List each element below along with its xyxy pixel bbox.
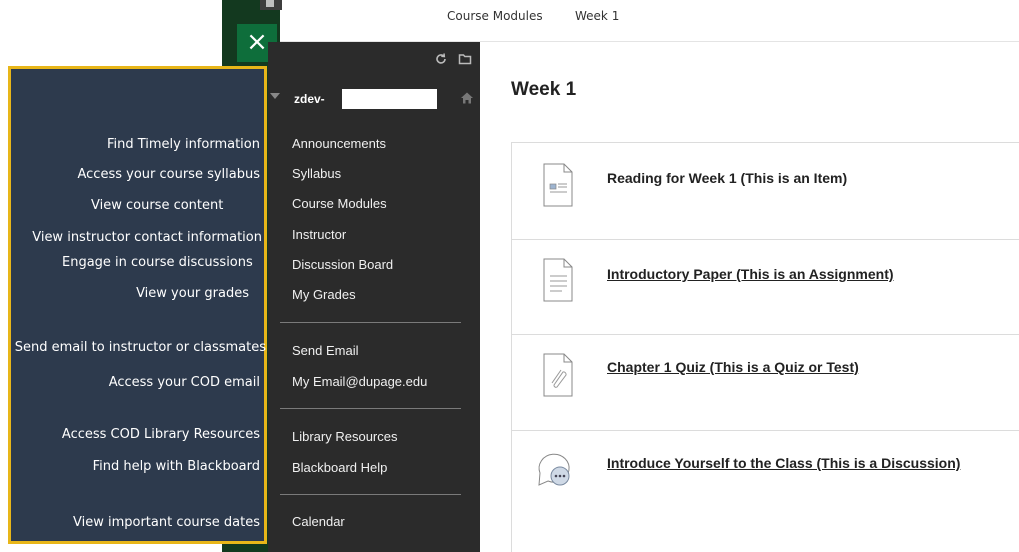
hint-course-discussions: Engage in course discussions [62,255,253,270]
menu-item-course-modules[interactable]: Course Modules [292,196,387,211]
hint-timely-information: Find Timely information [106,137,260,152]
folder-view-icon[interactable] [458,52,472,66]
menu-item-blackboard-help[interactable]: Blackboard Help [292,460,387,475]
hint-your-grades: View your grades [136,286,249,301]
content-item: Introductory Paper (This is an Assignmen… [511,239,1019,335]
content-item-link[interactable]: Chapter 1 Quiz (This is a Quiz or Test) [607,359,859,375]
content-item: Introduce Yourself to the Class (This is… [511,430,1019,552]
menu-item-discussion-board[interactable]: Discussion Board [292,257,393,272]
menu-item-calendar[interactable]: Calendar [292,514,345,529]
hint-cod-email: Access your COD email [108,375,260,390]
breadcrumb-week-1[interactable]: Week 1 [575,9,619,23]
hint-send-email: Send email to instructor or classmates [14,340,266,355]
content-item-link[interactable]: Introduce Yourself to the Class (This is… [607,455,960,471]
course-title[interactable]: zdev- [270,87,475,111]
course-name-redaction [342,89,437,109]
menu-item-my-grades[interactable]: My Grades [292,287,356,302]
menu-item-announcements[interactable]: Announcements [292,136,386,151]
quiz-icon [543,353,573,397]
strip-top-marker [266,0,274,7]
breadcrumb-course-modules[interactable]: Course Modules [447,9,543,23]
content-item-title[interactable]: Reading for Week 1 (This is an Item) [607,170,847,186]
page-title: Week 1 [511,79,577,100]
discussion-icon [538,453,570,486]
document-icon [543,163,573,207]
menu-item-my-email[interactable]: My Email@dupage.edu [292,374,427,389]
hint-course-syllabus: Access your course syllabus [77,167,260,182]
menu-tools [434,52,472,66]
menu-item-library-resources[interactable]: Library Resources [292,429,398,444]
home-icon[interactable] [460,91,474,105]
hint-blackboard-help: Find help with Blackboard [92,459,260,474]
content-item: Reading for Week 1 (This is an Item) [511,142,1019,240]
hint-course-content: View course content [91,198,224,213]
hint-course-dates: View important course dates [72,515,260,530]
content-item-link[interactable]: Introductory Paper (This is an Assignmen… [607,266,894,282]
help-overlay-panel: Find Timely information Access your cour… [8,66,267,544]
course-name: zdev- [294,92,325,106]
menu-item-syllabus[interactable]: Syllabus [292,166,341,181]
menu-divider [280,494,461,495]
menu-divider [280,322,461,323]
content-item: Chapter 1 Quiz (This is a Quiz or Test) [511,334,1019,431]
breadcrumb-bar: Course Modules Week 1 [280,0,1019,42]
hint-library-resources: Access COD Library Resources [61,427,260,442]
menu-item-instructor[interactable]: Instructor [292,227,346,242]
course-menu: zdev- Announcements Syllabus Course Modu… [268,42,480,552]
chevron-down-icon[interactable] [270,93,280,99]
menu-divider [280,408,461,409]
refresh-icon[interactable] [434,52,448,66]
hint-instructor-contact: View instructor contact information [32,230,262,245]
assignment-icon [543,258,573,302]
menu-item-send-email[interactable]: Send Email [292,343,358,358]
